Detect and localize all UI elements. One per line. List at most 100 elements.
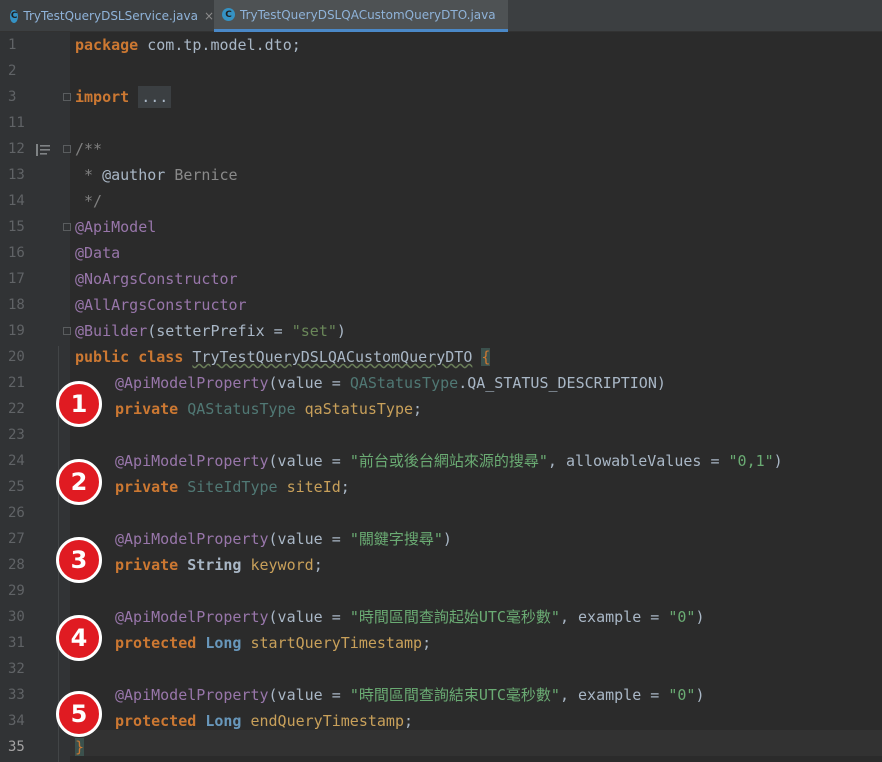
line-number: 2 [8, 63, 17, 79]
folded-imports[interactable]: ... [138, 86, 172, 108]
line-number: 15 [8, 219, 25, 235]
code-text: ) [442, 530, 452, 548]
step-badge-4: 4 [56, 615, 102, 661]
editor-tab-bar: C TryTestQueryDSLService.java × C TryTes… [0, 0, 882, 32]
code-line: 24 @ApiModelProperty(value = "前台或後台網站來源的… [0, 448, 882, 474]
keyword: private [115, 400, 188, 418]
code-text: (value = [268, 686, 350, 704]
line-number: 23 [8, 427, 25, 443]
doc-comment: * [75, 166, 103, 184]
line-number: 25 [8, 479, 25, 495]
code-editor[interactable]: 1 package com.tp.model.dto; 2 3 import .… [0, 32, 882, 762]
code-text: (setterPrefix = [147, 322, 292, 340]
code-line: 12 /** [0, 136, 882, 162]
code-line: 17 @NoArgsConstructor [0, 266, 882, 292]
line-number: 1 [8, 37, 17, 53]
line-number: 3 [8, 89, 17, 105]
code-text: , allowableValues = [547, 452, 729, 470]
annotation: @ApiModelProperty [115, 686, 269, 704]
code-text: (value = [268, 452, 350, 470]
code-text: ; [313, 556, 323, 574]
keyword: public class [75, 348, 193, 366]
code-line: 29 [0, 578, 882, 604]
code-line: 19 @Builder(setterPrefix = "set") [0, 318, 882, 344]
field-name: qaStatusType [304, 400, 414, 418]
line-number: 14 [8, 193, 25, 209]
string-literal: "0" [668, 608, 696, 626]
code-line: 20 public class TryTestQueryDSLQACustomQ… [0, 344, 882, 370]
doc-comment: */ [75, 192, 103, 210]
tab-label: TryTestQueryDSLService.java [23, 9, 198, 23]
field-name: keyword [250, 556, 314, 574]
annotation: @Builder [75, 322, 148, 340]
class-name: TryTestQueryDSLQACustomQueryDTO [192, 348, 473, 366]
step-badge-1: 1 [56, 381, 102, 427]
code-text: (value = [268, 374, 350, 392]
line-number: 13 [8, 167, 25, 183]
code-line: 16 @Data [0, 240, 882, 266]
code-line: 33 @ApiModelProperty(value = "時間區間查詢結束UT… [0, 682, 882, 708]
tab-service-file[interactable]: C TryTestQueryDSLService.java × [0, 0, 214, 32]
step-badge-5: 5 [56, 691, 102, 737]
step-badge-3: 3 [56, 537, 102, 583]
code-text: .QA_STATUS_DESCRIPTION) [458, 374, 666, 392]
code-line: 1 package com.tp.model.dto; [0, 32, 882, 58]
keyword: protected [115, 634, 206, 652]
string-literal: "set" [291, 322, 337, 340]
code-line: 28 private String keyword; [0, 552, 882, 578]
string-literal: "0,1" [728, 452, 774, 470]
code-line: 25 private SiteIdType siteId; [0, 474, 882, 500]
line-number: 30 [8, 609, 25, 625]
annotation: @ApiModelProperty [115, 374, 269, 392]
tab-dto-file[interactable]: C TryTestQueryDSLQACustomQueryDTO.java [214, 0, 508, 32]
line-number: 20 [8, 349, 25, 365]
code-text: ) [695, 686, 705, 704]
annotation: @ApiModelProperty [115, 530, 269, 548]
code-line: 22 private QAStatusType qaStatusType; [0, 396, 882, 422]
code-line: 34 protected Long endQueryTimestamp; [0, 708, 882, 734]
code-line: 23 [0, 422, 882, 448]
code-line: 26 [0, 500, 882, 526]
code-line: 30 @ApiModelProperty(value = "時間區間查詢起始UT… [0, 604, 882, 630]
keyword: private [115, 556, 188, 574]
line-number: 18 [8, 297, 25, 313]
class-icon: C [222, 8, 235, 21]
code-line: 27 @ApiModelProperty(value = "關鍵字搜尋") [0, 526, 882, 552]
line-number: 22 [8, 401, 25, 417]
line-number: 34 [8, 713, 25, 729]
line-number: 17 [8, 271, 25, 287]
line-number: 29 [8, 583, 25, 599]
type-name: SiteIdType [187, 478, 287, 496]
line-number: 32 [8, 661, 25, 677]
keyword: package [75, 36, 139, 54]
code-line: 21 @ApiModelProperty(value = QAStatusTyp… [0, 370, 882, 396]
code-line: 32 [0, 656, 882, 682]
doc-tag: @author [102, 166, 166, 184]
keyword: private [115, 478, 188, 496]
type-name: Long [205, 634, 251, 652]
annotation: @ApiModelProperty [115, 608, 269, 626]
package-name: com.tp.model.dto; [138, 36, 301, 54]
line-number: 19 [8, 323, 25, 339]
line-number: 33 [8, 687, 25, 703]
field-name: endQueryTimestamp [250, 712, 404, 730]
annotation: @AllArgsConstructor [75, 296, 247, 314]
code-text: , example = [559, 608, 669, 626]
open-brace: { [481, 348, 491, 366]
line-number: 35 [8, 739, 25, 755]
line-number: 31 [8, 635, 25, 651]
string-literal: "0" [668, 686, 696, 704]
doc-comment: /** [75, 140, 103, 158]
code-line: 2 [0, 58, 882, 84]
code-line: 3 import ... [0, 84, 882, 110]
doc-tag-value: Bernice [165, 166, 238, 184]
line-number: 16 [8, 245, 25, 261]
line-number: 12 [8, 141, 25, 157]
code-text: ; [404, 712, 414, 730]
tab-label: TryTestQueryDSLQACustomQueryDTO.java [240, 7, 496, 22]
code-line: 18 @AllArgsConstructor [0, 292, 882, 318]
annotation: @ApiModel [75, 218, 157, 236]
close-icon[interactable]: × [204, 9, 214, 23]
line-number: 24 [8, 453, 25, 469]
code-line: 35 } [0, 734, 882, 760]
